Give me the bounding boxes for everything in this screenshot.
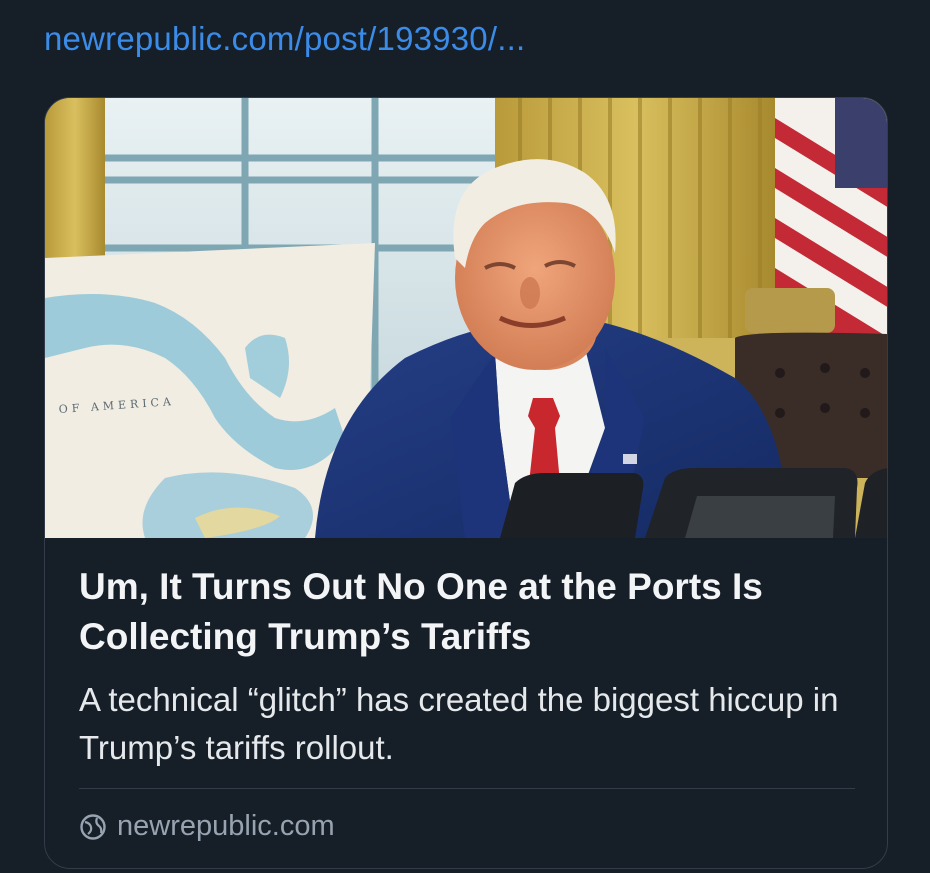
card-image[interactable]: OF AMERICA xyxy=(45,98,887,538)
domain-label: newrepublic.com xyxy=(117,810,335,842)
domain-row: newrepublic.com xyxy=(79,810,335,843)
article-description: A technical “glitch” has created the big… xyxy=(79,681,839,766)
card-divider xyxy=(79,788,855,789)
globe-icon xyxy=(79,813,107,841)
link-url[interactable]: newrepublic.com/post/193930/... xyxy=(44,20,525,58)
article-headline: Um, It Turns Out No One at the Ports Is … xyxy=(79,566,763,657)
link-preview-card[interactable]: OF AMERICA Um, It Turns Out No One at th… xyxy=(44,97,888,869)
article-photo: OF AMERICA xyxy=(45,98,887,538)
